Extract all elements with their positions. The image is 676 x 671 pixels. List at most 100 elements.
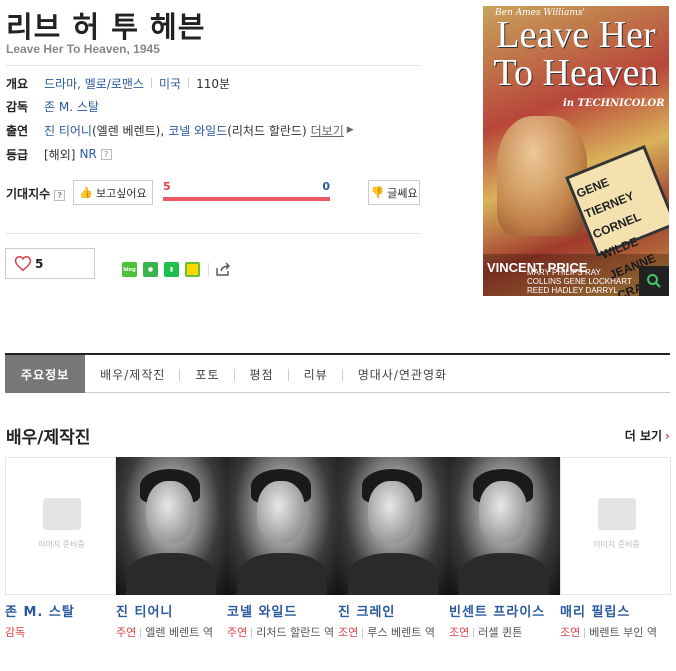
director-link[interactable]: 존 M. 스탈 [44,98,99,115]
cast-role-line: 조연 루스 베렌트 역 [338,624,449,641]
separator [140,628,142,638]
cast-photo[interactable] [449,457,560,595]
expectation-index: 기대지수? 👍 보고싶어요 5 0 👎 글쎄요 [6,180,420,206]
no-image-text: 이미지 준비중 [593,540,640,549]
not-sure-button[interactable]: 👎 글쎄요 [368,180,420,205]
cast-kind: 조연 [560,626,581,639]
separator [151,78,152,88]
cast-label: 출연 [6,123,29,138]
cast-character: 러셀 퀸튼 [478,626,523,639]
cast-photo-body [237,553,327,595]
cast-role-line: 주연 엘렌 베렌트 역 [116,624,227,641]
help-icon[interactable]: ? [54,190,66,201]
overview-row: 개요 드라마, 멜로/로맨스 미국 110분 [6,74,230,92]
cast-name[interactable]: 진 크레인 [338,601,449,620]
rating-region: [해외] [44,147,76,162]
cast-role: (엘렌 베렌트), [91,123,165,138]
poster-title: Leave Her To Heaven [493,14,659,94]
expectation-bar: 5 0 [163,180,330,206]
cast-character: 베렌트 부인 역 [589,626,657,639]
person-placeholder-icon [42,498,81,530]
cast-character: 엘렌 베렌트 역 [145,626,213,639]
rating-label: 등급 [6,147,29,162]
divider [6,65,420,66]
cafe-share-icon[interactable]: ● [143,262,158,277]
tab-photo[interactable]: 포토 [180,355,235,393]
cast-name[interactable]: 코넬 와일드 [227,601,338,620]
band-share-icon[interactable]: ▮ [164,262,179,277]
cast-photo[interactable] [338,457,449,595]
cast-section-title: 배우/제작진 [6,428,91,448]
cast-photo-face [479,481,527,543]
separator [584,628,586,638]
no-image-placeholder[interactable]: 이미지 준비중 [560,457,671,595]
cast-character: 루스 베렌트 역 [367,626,435,639]
like-button[interactable]: 5 [5,248,95,279]
genre-link[interactable]: 드라마, 멜로/로맨스 [44,75,144,92]
no-image: 이미지 준비중 [561,498,670,550]
like-count: 5 [35,256,44,271]
heart-icon [14,255,32,272]
director-row: 감독 존 M. 스탈 [6,97,99,115]
expectation-track [163,197,330,201]
country-link[interactable]: 미국 [159,75,181,92]
cast-photo[interactable] [116,457,227,595]
tab-rating[interactable]: 평점 [235,355,289,393]
cast-card[interactable]: 진 크레인조연 루스 베렌트 역 [338,457,449,641]
expectation-label: 기대지수? [6,185,66,202]
cast-card[interactable]: 이미지 준비중 존 M. 스탈 감독 [5,457,116,641]
cast-photo-body [459,553,549,595]
share-icon[interactable] [215,262,231,277]
cast-photo[interactable] [227,457,338,595]
cast-card[interactable]: 코넬 와일드 주연 리처드 할란드 역 [227,457,338,641]
cast-photo-body [126,553,216,595]
cast-photo-face [368,481,416,543]
separator [473,628,475,638]
cast-more-link[interactable]: 더 보기 › [625,427,670,444]
overview-label: 개요 [6,76,29,91]
cast-actor-link[interactable]: 코넬 와일드 [168,122,227,139]
separator [208,262,209,277]
cast-photo-face [257,481,305,543]
tab-quotes-related[interactable]: 명대사/연관영화 [343,355,462,393]
help-icon[interactable]: ? [100,148,112,160]
cast-name[interactable]: 진 티어니 [116,601,227,620]
poster-bottom-credits: MARY PHILIPS RAY COLLINS GENE LOCKHART R… [527,268,632,296]
cast-kind: 조연 [338,626,359,639]
separator [362,628,364,638]
cast-card[interactable]: 이미지 준비중매리 필립스조연 베렌트 부인 역 [560,457,671,641]
want-count: 5 [163,180,171,193]
cast-name[interactable]: 존 M. 스탈 [5,601,116,620]
poster-technicolor: in TECHNICOLOR [563,98,665,109]
cast-actor-link[interactable]: 진 티어니 [44,122,92,139]
rating-link[interactable]: NR [79,147,96,161]
cast-photo-body [348,553,438,595]
cast-card[interactable]: 진 티어니주연 엘렌 베렌트 역 [116,457,227,641]
cast-name[interactable]: 매리 필립스 [560,601,671,620]
cast-photo-face [146,481,194,543]
director-label: 감독 [6,99,29,114]
movie-poster[interactable]: Ben Ames Williams' Leave Her To Heaven i… [483,6,669,296]
cast-role: (리처드 할란드) [227,123,307,138]
person-placeholder-icon [597,498,636,530]
cast-card[interactable]: 빈센트 프라이스조연 러셀 퀸튼 [449,457,560,641]
want-fill [163,197,330,201]
chevron-right-icon: ▶ [346,125,354,135]
cast-kind: 조연 [449,626,470,639]
cast-name[interactable]: 빈센트 프라이스 [449,601,560,620]
no-image-placeholder[interactable]: 이미지 준비중 [5,457,116,595]
thumbs-down-icon: 👎 [370,186,385,199]
tab-main-info[interactable]: 주요정보 [5,355,86,393]
cast-more-link[interactable]: 더보기 [311,122,344,139]
cast-list: 이미지 준비중 존 M. 스탈 감독 진 티어니 주연 엘렌 베렌트 역 코넬 와일드 주연 리… [5,457,671,671]
cast-role-line: 조연 베렌트 부인 역 [560,624,671,641]
thumbs-up-icon: 👍 [79,186,94,199]
tab-cast-crew[interactable]: 배우/제작진 [85,355,181,393]
blog-share-icon[interactable]: blog [122,262,137,277]
zoom-button[interactable] [639,266,669,296]
story-share-icon[interactable] [185,262,200,277]
tab-review[interactable]: 리뷰 [289,355,343,393]
share-bar: blog ● ▮ [122,262,231,277]
want-to-see-button[interactable]: 👍 보고싶어요 [73,180,153,205]
cast-row: 출연 진 티어니 (엘렌 베렌트), 코넬 와일드 (리처드 할란드) 더보기 … [6,121,354,139]
